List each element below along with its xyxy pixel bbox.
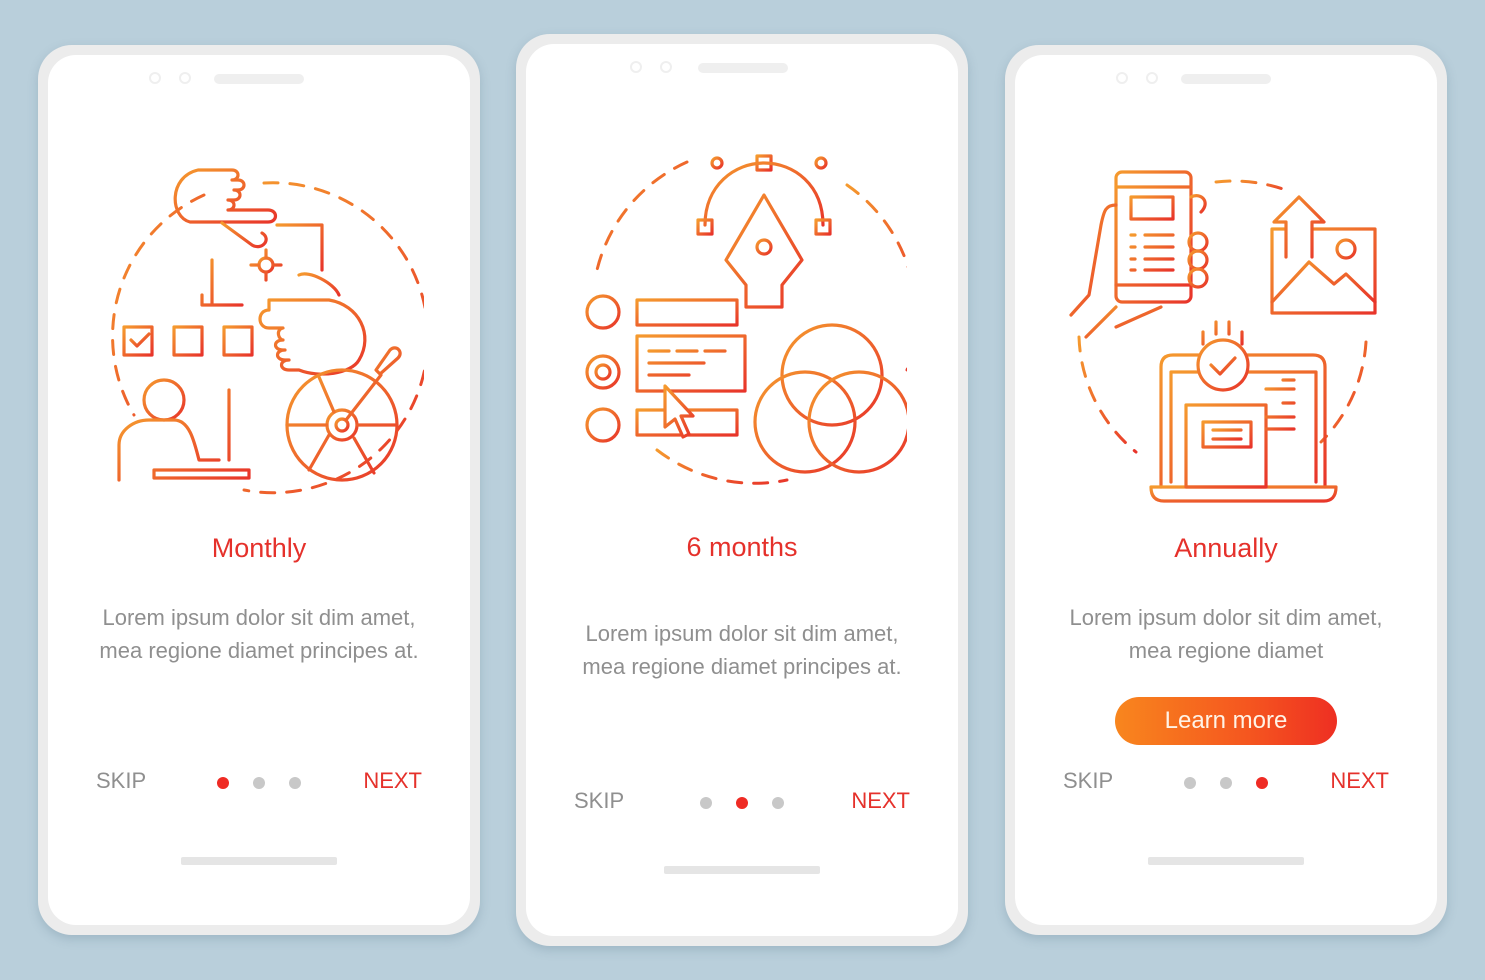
page-dot[interactable] bbox=[772, 797, 784, 809]
design-work-illustration bbox=[111, 168, 424, 495]
phone-screen-6-months: 6 months Lorem ipsum dolor sit dim amet,… bbox=[516, 34, 968, 946]
home-indicator bbox=[181, 857, 337, 865]
page-dot[interactable] bbox=[289, 777, 301, 789]
publishing-devices-illustration bbox=[1069, 170, 1377, 503]
screen-title: 6 months bbox=[686, 532, 798, 562]
home-indicator bbox=[664, 866, 820, 874]
speaker-bar bbox=[214, 74, 304, 84]
screen-description: Lorem ipsum dolor sit dim amet, mea regi… bbox=[1069, 605, 1383, 663]
phone-display: Annually Lorem ipsum dolor sit dim amet,… bbox=[1015, 55, 1437, 925]
camera-dot bbox=[149, 72, 161, 84]
home-indicator bbox=[1148, 857, 1304, 865]
screen-description: Lorem ipsum dolor sit dim amet, mea regi… bbox=[582, 621, 902, 679]
skip-button[interactable]: SKIP bbox=[1063, 768, 1113, 794]
speaker-bar bbox=[698, 63, 788, 73]
page-dot[interactable] bbox=[253, 777, 265, 789]
speaker-bar bbox=[1181, 74, 1271, 84]
page-indicator bbox=[217, 777, 301, 789]
page-dot-active[interactable] bbox=[736, 797, 748, 809]
next-button[interactable]: NEXT bbox=[363, 768, 422, 794]
skip-button[interactable]: SKIP bbox=[96, 768, 146, 794]
page-dot[interactable] bbox=[1184, 777, 1196, 789]
camera-dot bbox=[1146, 72, 1158, 84]
screen-description: Lorem ipsum dolor sit dim amet, mea regi… bbox=[99, 605, 419, 663]
page-dot-active[interactable] bbox=[217, 777, 229, 789]
onboarding-nav: SKIP NEXT bbox=[526, 788, 958, 818]
skip-button[interactable]: SKIP bbox=[574, 788, 624, 814]
page-dot[interactable] bbox=[700, 797, 712, 809]
next-button[interactable]: NEXT bbox=[1330, 768, 1389, 794]
page-dot-active[interactable] bbox=[1256, 777, 1268, 789]
page-dot[interactable] bbox=[1220, 777, 1232, 789]
page-indicator bbox=[1184, 777, 1268, 789]
screen-title: Annually bbox=[1174, 533, 1278, 563]
camera-dot bbox=[660, 61, 672, 73]
onboarding-nav: SKIP NEXT bbox=[1015, 768, 1437, 798]
onboarding-nav: SKIP NEXT bbox=[48, 768, 470, 798]
page-indicator bbox=[700, 797, 784, 809]
screen-title: Monthly bbox=[211, 533, 307, 563]
camera-dot bbox=[1116, 72, 1128, 84]
camera-dot bbox=[630, 61, 642, 73]
camera-dot bbox=[179, 72, 191, 84]
phone-screen-annually: Annually Lorem ipsum dolor sit dim amet,… bbox=[1005, 45, 1447, 935]
graphic-design-tools-illustration bbox=[585, 154, 907, 485]
learn-more-button[interactable]: Learn more bbox=[1115, 697, 1337, 745]
phone-screen-monthly: Monthly Lorem ipsum dolor sit dim amet, … bbox=[38, 45, 480, 935]
phone-display: Monthly Lorem ipsum dolor sit dim amet, … bbox=[48, 55, 470, 925]
next-button[interactable]: NEXT bbox=[851, 788, 910, 814]
phone-display: 6 months Lorem ipsum dolor sit dim amet,… bbox=[526, 44, 958, 936]
